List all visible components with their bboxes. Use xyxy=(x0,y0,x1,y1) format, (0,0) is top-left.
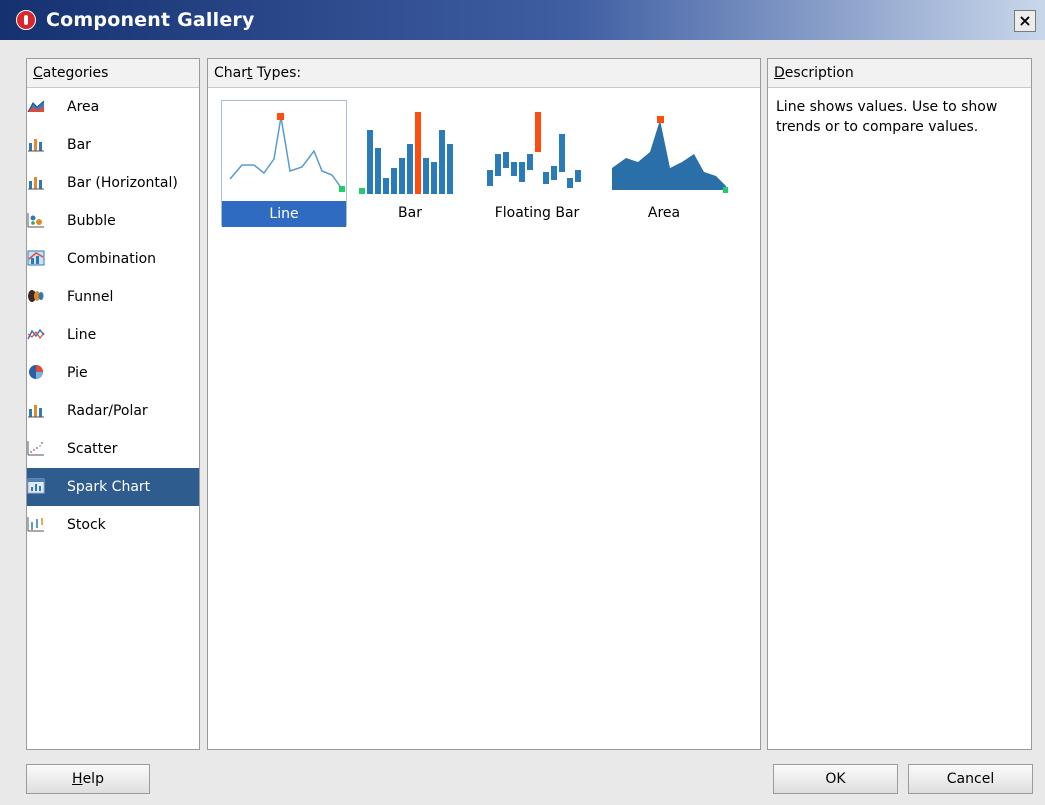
category-label: Bar (Horizontal) xyxy=(67,175,178,191)
category-item-spark-chart[interactable]: Spark Chart xyxy=(27,468,199,506)
chart-type-label: Line xyxy=(222,201,346,227)
description-text: Line shows values. Use to show trends or… xyxy=(776,99,998,135)
category-item-bubble[interactable]: Bubble xyxy=(27,202,199,240)
category-item-pie[interactable]: Pie xyxy=(27,354,199,392)
chart-type-area[interactable]: Area xyxy=(602,100,728,226)
bar-horizontal-icon xyxy=(27,174,45,190)
spark-chart-icon xyxy=(27,478,45,494)
chart-types-header: Chart Types: xyxy=(208,59,760,88)
categories-header: Categories xyxy=(27,59,199,88)
area-spark-icon xyxy=(602,106,728,196)
categories-header-rest: ategories xyxy=(42,65,109,81)
chart-type-label: Bar xyxy=(398,205,422,221)
help-mnemonic: H xyxy=(72,771,83,787)
category-item-line[interactable]: Line xyxy=(27,316,199,354)
category-item-scatter[interactable]: Scatter xyxy=(27,430,199,468)
scatter-icon xyxy=(27,440,45,456)
categories-panel: Categories Area Bar Bar (Horizontal) Bub… xyxy=(26,58,200,750)
help-button[interactable]: Help xyxy=(26,764,150,794)
category-item-funnel[interactable]: Funnel xyxy=(27,278,199,316)
category-label: Stock xyxy=(67,517,106,533)
category-label: Funnel xyxy=(67,289,114,305)
description-header-rest: escription xyxy=(784,65,854,81)
category-item-stock[interactable]: Stock xyxy=(27,506,199,544)
app-icon xyxy=(16,10,36,30)
category-item-radar-polar[interactable]: Radar/Polar xyxy=(27,392,199,430)
category-item-bar-horizontal[interactable]: Bar (Horizontal) xyxy=(27,164,199,202)
description-header: Description xyxy=(768,59,1031,88)
category-label: Scatter xyxy=(67,441,118,457)
title-bar: Component Gallery × xyxy=(0,0,1045,40)
category-label: Area xyxy=(67,99,100,115)
category-label: Bar xyxy=(67,137,91,153)
bar-icon xyxy=(27,136,45,152)
floating-bar-spark-icon xyxy=(475,106,601,196)
chart-types-header-rest: Types: xyxy=(252,65,302,81)
line-icon xyxy=(27,326,45,342)
cancel-button[interactable]: Cancel xyxy=(908,764,1033,794)
category-label: Line xyxy=(67,327,97,343)
line-spark-icon xyxy=(222,107,348,197)
chart-type-label: Floating Bar xyxy=(494,205,580,221)
chart-types-panel: Chart Types: Line Bar Floating Bar Area xyxy=(207,58,761,750)
ok-button[interactable]: OK xyxy=(773,764,898,794)
chart-type-bar[interactable]: Bar xyxy=(348,100,474,226)
description-header-mnemonic: D xyxy=(774,65,785,81)
window-title: Component Gallery xyxy=(46,9,255,31)
bubble-icon xyxy=(27,212,45,228)
categories-list: Area Bar Bar (Horizontal) Bubble Combina… xyxy=(27,88,199,544)
description-panel: Description Line shows values. Use to sh… xyxy=(767,58,1032,750)
category-item-combination[interactable]: Combination xyxy=(27,240,199,278)
category-item-area[interactable]: Area xyxy=(27,88,199,126)
bar-spark-icon xyxy=(348,106,474,196)
chart-type-line[interactable]: Line xyxy=(221,100,348,227)
category-label: Spark Chart xyxy=(67,479,151,495)
combination-icon xyxy=(27,250,45,266)
chart-type-label: Area xyxy=(647,205,681,221)
area-icon xyxy=(27,98,45,114)
help-label-rest: elp xyxy=(82,771,104,787)
category-label: Radar/Polar xyxy=(67,403,148,419)
stock-icon xyxy=(27,516,45,532)
category-item-bar[interactable]: Bar xyxy=(27,126,199,164)
chart-type-floating-bar[interactable]: Floating Bar xyxy=(475,100,601,226)
radar-icon xyxy=(27,402,45,418)
chart-types-header-prefix: Char xyxy=(214,65,247,81)
category-label: Combination xyxy=(67,251,157,267)
pie-icon xyxy=(27,364,45,380)
category-label: Bubble xyxy=(67,213,116,229)
close-button[interactable]: × xyxy=(1014,10,1036,32)
category-label: Pie xyxy=(67,365,88,381)
funnel-icon xyxy=(27,288,45,304)
categories-header-mnemonic: C xyxy=(33,65,43,81)
